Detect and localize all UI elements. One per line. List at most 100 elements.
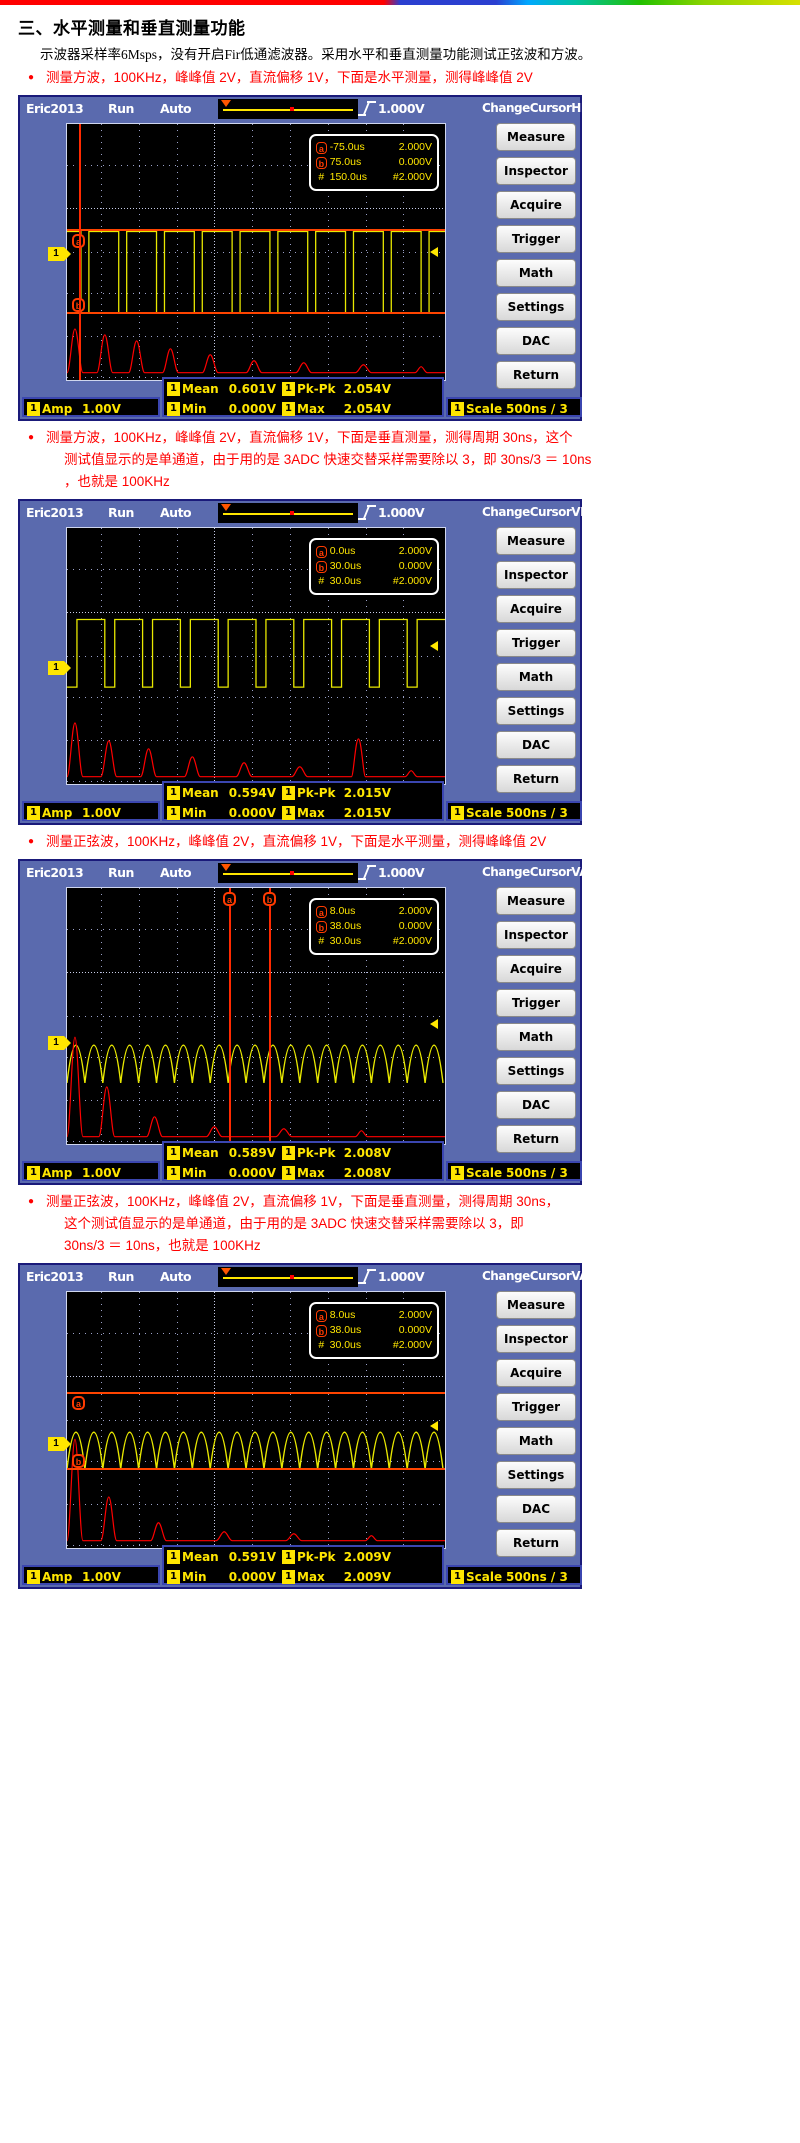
ch1-badge-scale: 1 [451,806,464,820]
horizontal-position-bar[interactable] [218,863,358,883]
trigger-position-marker-icon [221,1268,231,1275]
softkey-math[interactable]: Math [496,1023,576,1051]
softkey-acquire[interactable]: Acquire [496,595,576,623]
oscilloscope-screenshot-1: Eric2013 Run Auto 1.000V ChangeCursorHB [18,95,590,421]
channel-1-marker[interactable]: 1 [48,1437,71,1451]
softkey-measure[interactable]: Measure [496,123,576,151]
horizontal-position-bar[interactable] [218,503,358,523]
cursor-a-horizontal-line[interactable] [67,1392,445,1394]
cursor-b-badge: b [316,920,327,933]
trigger-level-marker-icon[interactable] [430,247,438,257]
softkey-trigger[interactable]: Trigger [496,629,576,657]
cursor-b-volt: 0.000V [398,560,432,572]
measure-amp-panel-4: 1 Amp 1.00V [22,1565,160,1585]
softkey-dac[interactable]: DAC [496,1495,576,1523]
softkey-settings[interactable]: Settings [496,1461,576,1489]
trigger-mode[interactable]: Auto [160,1269,192,1284]
softkey-trigger[interactable]: Trigger [496,1393,576,1421]
cursor-b-row: b 38.0us 0.000V [316,1323,432,1338]
softkey-acquire[interactable]: Acquire [496,955,576,983]
cursor-mode-label[interactable]: ChangeCursorVB [482,505,589,519]
scope-header-1: Eric2013 Run Auto 1.000V ChangeCursorHB [20,97,590,121]
run-status[interactable]: Run [108,865,134,880]
scale-label: Scale [466,1166,503,1180]
scale-label: Scale [466,1570,503,1584]
delta-badge: # [318,171,325,183]
softkey-inspector[interactable]: Inspector [496,561,576,589]
trigger-mode[interactable]: Auto [160,101,192,116]
cursor-b-tag[interactable]: b [263,892,276,906]
softkey-dac[interactable]: DAC [496,731,576,759]
softkey-settings[interactable]: Settings [496,1057,576,1085]
cursor-a-tag[interactable]: a [223,892,236,906]
softkey-measure[interactable]: Measure [496,527,576,555]
softkey-measure[interactable]: Measure [496,1291,576,1319]
scale-value: 500ns / 3 [506,402,568,416]
cursor-b-time: 30.0us [329,560,362,572]
softkey-column-2: Measure Inspector Acquire Trigger Math S… [496,527,576,799]
run-status[interactable]: Run [108,1269,134,1284]
trigger-level-marker-icon[interactable] [430,1421,438,1431]
trigger-line [79,124,81,380]
note-3: 测量正弦波，100KHz，峰峰值 2V，直流偏移 1V，下面是水平测量，测得峰峰… [28,831,800,853]
cursor-mode-label[interactable]: ChangeCursorVA [482,1269,589,1283]
waveform-plot-3[interactable]: a b a 8.0us 2.000V b 38.0us 0.000V # 30.… [66,887,446,1145]
horizontal-position-bar[interactable] [218,1267,358,1287]
measure-center-panel-1: 1 Mean 0.601V 1 Pk-Pk 2.054V 1 Min 0.000… [162,377,444,417]
waveform-plot-2[interactable]: a 0.0us 2.000V b 30.0us 0.000V # 30.0us … [66,527,446,785]
volts-per-div: 1.000V [378,101,425,116]
horizontal-position-bar[interactable] [218,99,358,119]
channel-1-marker[interactable]: 1 [48,661,71,675]
min-label: Min [182,1166,207,1180]
trigger-slope-icon [358,865,376,880]
softkey-acquire[interactable]: Acquire [496,1359,576,1387]
cursor-b-vertical-line[interactable] [269,888,271,1144]
softkey-trigger[interactable]: Trigger [496,989,576,1017]
cursor-b-horizontal-line[interactable] [67,1468,445,1470]
waveform-plot-1[interactable]: a b a -75.0us 2.000V b 75.0us 0.000V # 1… [66,123,446,381]
amp-value: 1.00V [82,806,121,820]
ch1-badge-min: 1 [167,402,180,416]
softkey-inspector[interactable]: Inspector [496,921,576,949]
softkey-dac[interactable]: DAC [496,1091,576,1119]
cursor-b-horizontal-line[interactable] [67,312,445,314]
measure-center-panel-3: 1 Mean 0.589V 1 Pk-Pk 2.008V 1 Min 0.000… [162,1141,444,1181]
softkey-dac[interactable]: DAC [496,327,576,355]
softkey-trigger[interactable]: Trigger [496,225,576,253]
cursor-a-tag[interactable]: a [72,1396,85,1410]
channel-1-marker[interactable]: 1 [48,1036,71,1050]
softkey-acquire[interactable]: Acquire [496,191,576,219]
trigger-level-marker-icon[interactable] [430,1019,438,1029]
delta-badge: # [318,935,325,947]
softkey-math[interactable]: Math [496,1427,576,1455]
center-marker-icon [290,871,294,875]
note-2-line-1: 测量方波，100KHz，峰峰值 2V，直流偏移 1V，下面是垂直测量，测得周期 … [46,430,573,445]
channel-1-marker[interactable]: 1 [48,247,71,261]
amp-label: Amp [42,1166,73,1180]
waveform-plot-4[interactable]: a b a 8.0us 2.000V b 38.0us 0.000V # 30.… [66,1291,446,1549]
cursor-delta-volt: #2.000V [392,935,432,947]
softkey-column-1: Measure Inspector Acquire Trigger Math S… [496,123,576,395]
cursor-a-vertical-line[interactable] [229,888,231,1144]
softkey-inspector[interactable]: Inspector [496,157,576,185]
run-status[interactable]: Run [108,101,134,116]
softkey-math[interactable]: Math [496,259,576,287]
trigger-mode[interactable]: Auto [160,505,192,520]
cursor-b-volt: 0.000V [398,920,432,932]
cursor-b-badge: b [316,560,327,573]
trigger-level-marker-icon[interactable] [430,641,438,651]
trigger-mode[interactable]: Auto [160,865,192,880]
cursor-a-horizontal-line[interactable] [67,229,445,231]
cursor-mode-label[interactable]: ChangeCursorHB [482,101,590,115]
run-status[interactable]: Run [108,505,134,520]
softkey-inspector[interactable]: Inspector [496,1325,576,1353]
cursor-b-tag[interactable]: b [72,1454,85,1468]
softkey-math[interactable]: Math [496,663,576,691]
softkey-measure[interactable]: Measure [496,887,576,915]
note-4-line-2: 这个测试值显示的是单通道，由于用的是 3ADC 快速交替采样需要除以 3，即 [64,1216,524,1231]
center-marker-icon [290,107,294,111]
cursor-a-time: 8.0us [329,905,356,917]
softkey-settings[interactable]: Settings [496,697,576,725]
softkey-settings[interactable]: Settings [496,293,576,321]
cursor-mode-label[interactable]: ChangeCursorVA [482,865,589,879]
